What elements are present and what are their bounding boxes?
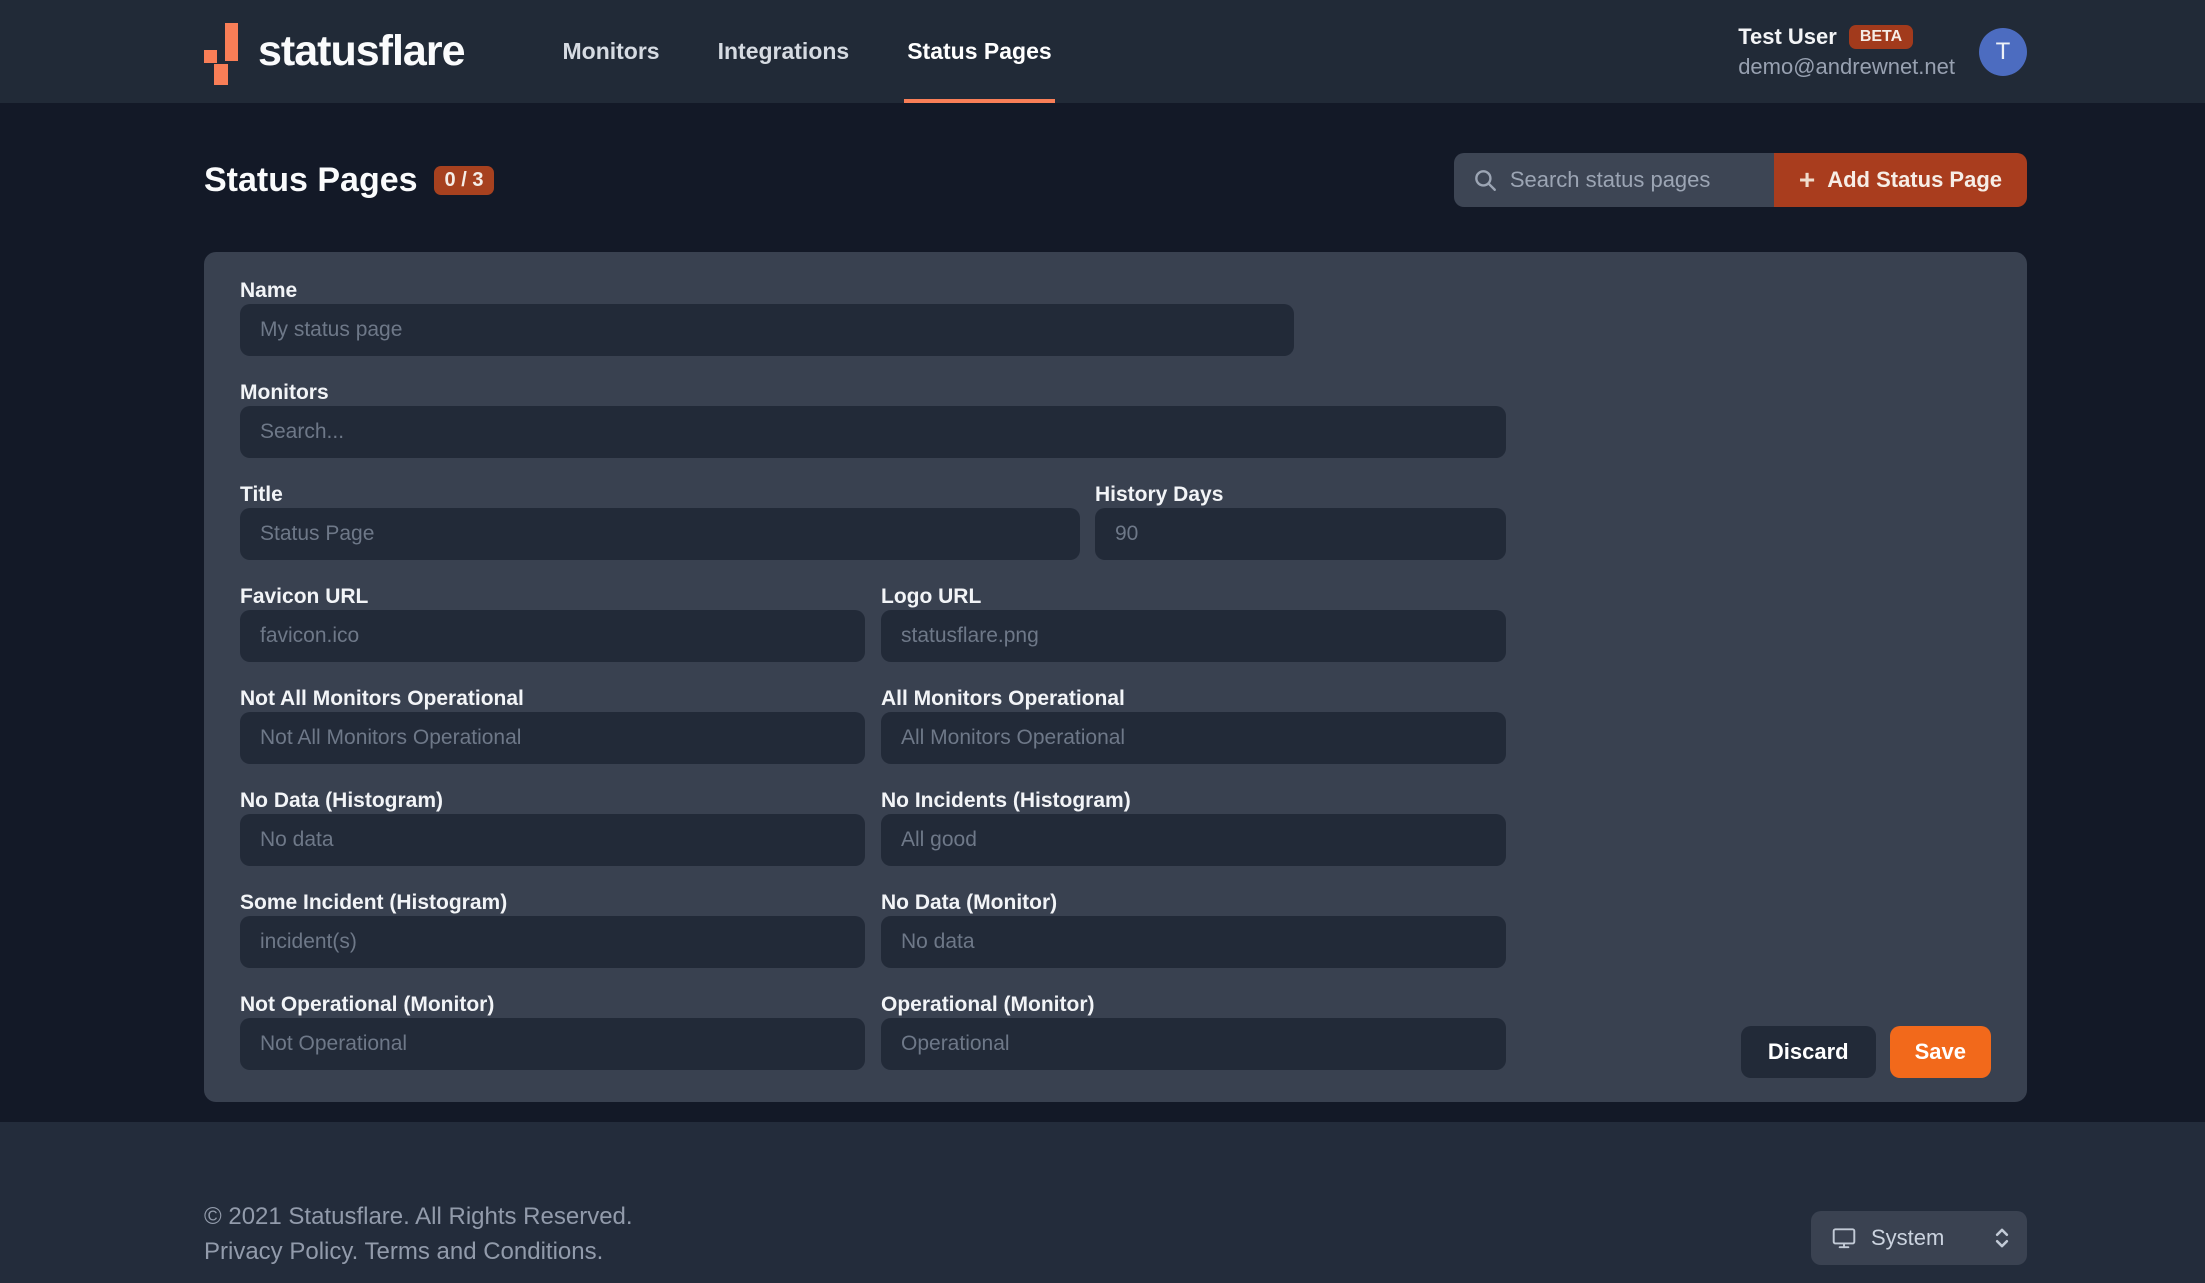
footer-text: © 2021 Statusflare. All Rights Reserved.…	[204, 1199, 633, 1269]
statusflare-logo-icon	[204, 23, 238, 85]
status-page-form-card: Name Monitors Title History Days	[204, 252, 2027, 1102]
discard-button[interactable]: Discard	[1741, 1026, 1876, 1078]
no-incidents-histogram-label: No Incidents (Histogram)	[881, 789, 1506, 814]
form-actions: Discard Save	[1741, 1026, 1991, 1078]
title-wrap: Status Pages 0 / 3	[204, 161, 494, 200]
beta-badge: BETA	[1849, 25, 1913, 49]
footer-links-row: Privacy Policy. Terms and Conditions.	[204, 1234, 633, 1269]
name-label: Name	[240, 279, 1506, 304]
brand[interactable]: statusflare	[204, 0, 464, 103]
field-logo-url: Logo URL	[881, 585, 1506, 662]
field-title: Title	[240, 483, 1080, 560]
operational-monitor-label: Operational (Monitor)	[881, 993, 1506, 1018]
nav-item-label: Status Pages	[907, 38, 1051, 65]
add-status-page-button[interactable]: + Add Status Page	[1774, 153, 2027, 207]
nav-left: statusflare Monitors Integrations Status…	[204, 0, 1055, 103]
some-incident-histogram-label: Some Incident (Histogram)	[240, 891, 865, 916]
field-name: Name	[240, 279, 1506, 356]
top-nav: statusflare Monitors Integrations Status…	[0, 0, 2205, 103]
search-icon	[1472, 167, 1498, 193]
title-label: Title	[240, 483, 1080, 508]
name-input[interactable]	[240, 304, 1294, 356]
avatar-initial: T	[1996, 38, 2011, 66]
user-info: Test User BETA demo@andrewnet.net	[1738, 24, 1955, 80]
field-no-data-monitor: No Data (Monitor)	[881, 891, 1506, 968]
nav-links: Monitors Integrations Status Pages	[507, 0, 1054, 103]
not-all-operational-input[interactable]	[240, 712, 865, 764]
up-down-chevrons-icon	[1993, 1225, 2011, 1251]
field-all-operational: All Monitors Operational	[881, 687, 1506, 764]
no-data-histogram-input[interactable]	[240, 814, 865, 866]
field-history-days: History Days	[1095, 483, 1506, 560]
main-content: Status Pages 0 / 3 + Add Status Page Nam…	[0, 103, 2205, 1122]
logo-bar-bottom	[214, 64, 228, 85]
page-header: Status Pages 0 / 3 + Add Status Page	[204, 153, 2027, 207]
privacy-policy-link[interactable]: Privacy Policy.	[204, 1238, 358, 1265]
avatar[interactable]: T	[1979, 28, 2027, 76]
field-monitors: Monitors	[240, 381, 1506, 458]
nav-item-integrations[interactable]: Integrations	[715, 0, 853, 103]
search-input[interactable]	[1510, 167, 1774, 193]
monitors-search-input[interactable]	[240, 406, 1506, 458]
logo-bar-tall	[225, 23, 238, 61]
field-no-incidents-histogram: No Incidents (Histogram)	[881, 789, 1506, 866]
theme-select-value: System	[1871, 1225, 1979, 1251]
favicon-url-input[interactable]	[240, 610, 865, 662]
not-operational-monitor-label: Not Operational (Monitor)	[240, 993, 865, 1018]
footer: © 2021 Statusflare. All Rights Reserved.…	[0, 1122, 2205, 1283]
logo-url-input[interactable]	[881, 610, 1506, 662]
monitor-icon	[1831, 1225, 1857, 1251]
row-title-history: Title History Days	[240, 483, 1506, 585]
row-operational-status: Not All Monitors Operational All Monitor…	[240, 687, 1506, 789]
not-operational-monitor-input[interactable]	[240, 1018, 865, 1070]
logo-url-label: Logo URL	[881, 585, 1506, 610]
no-data-histogram-label: No Data (Histogram)	[240, 789, 865, 814]
some-incident-histogram-input[interactable]	[240, 916, 865, 968]
all-operational-label: All Monitors Operational	[881, 687, 1506, 712]
no-data-monitor-label: No Data (Monitor)	[881, 891, 1506, 916]
field-not-all-operational: Not All Monitors Operational	[240, 687, 865, 764]
field-operational-monitor: Operational (Monitor)	[881, 993, 1506, 1070]
theme-select[interactable]: System	[1811, 1211, 2027, 1265]
no-incidents-histogram-input[interactable]	[881, 814, 1506, 866]
brand-name: statusflare	[258, 27, 464, 76]
all-operational-input[interactable]	[881, 712, 1506, 764]
search-box	[1454, 153, 1774, 207]
monitors-label: Monitors	[240, 381, 1506, 406]
nav-right: Test User BETA demo@andrewnet.net T	[1738, 0, 2027, 103]
history-days-label: History Days	[1095, 483, 1506, 508]
history-days-input[interactable]	[1095, 508, 1506, 560]
row-histogram-labels: No Data (Histogram) No Incidents (Histog…	[240, 789, 1506, 891]
plus-icon: +	[1799, 166, 1815, 194]
user-name: Test User	[1738, 24, 1837, 50]
field-some-incident-histogram: Some Incident (Histogram)	[240, 891, 865, 968]
page-counter-badge: 0 / 3	[434, 166, 495, 195]
logo-bar-square	[204, 50, 217, 63]
nav-item-monitors[interactable]: Monitors	[559, 0, 662, 103]
favicon-url-label: Favicon URL	[240, 585, 865, 610]
add-button-label: Add Status Page	[1827, 167, 2002, 193]
field-not-operational-monitor: Not Operational (Monitor)	[240, 993, 865, 1070]
user-email: demo@andrewnet.net	[1738, 54, 1955, 80]
field-favicon-url: Favicon URL	[240, 585, 865, 662]
terms-link[interactable]: Terms and Conditions.	[365, 1238, 604, 1265]
toolbar: + Add Status Page	[1454, 153, 2027, 207]
user-name-row: Test User BETA	[1738, 24, 1955, 50]
save-button[interactable]: Save	[1890, 1026, 1991, 1078]
row-favicon-logo: Favicon URL Logo URL	[240, 585, 1506, 687]
active-tab-underline	[904, 99, 1054, 103]
no-data-monitor-input[interactable]	[881, 916, 1506, 968]
field-no-data-histogram: No Data (Histogram)	[240, 789, 865, 866]
title-input[interactable]	[240, 508, 1080, 560]
operational-monitor-input[interactable]	[881, 1018, 1506, 1070]
row-monitor-status-labels: Not Operational (Monitor) Operational (M…	[240, 993, 1506, 1095]
copyright-text: © 2021 Statusflare. All Rights Reserved.	[204, 1199, 633, 1234]
page-title: Status Pages	[204, 161, 418, 200]
status-page-form: Name Monitors Title History Days	[240, 279, 1506, 1095]
not-all-operational-label: Not All Monitors Operational	[240, 687, 865, 712]
nav-item-status-pages[interactable]: Status Pages	[904, 0, 1054, 103]
row-incident-labels: Some Incident (Histogram) No Data (Monit…	[240, 891, 1506, 993]
